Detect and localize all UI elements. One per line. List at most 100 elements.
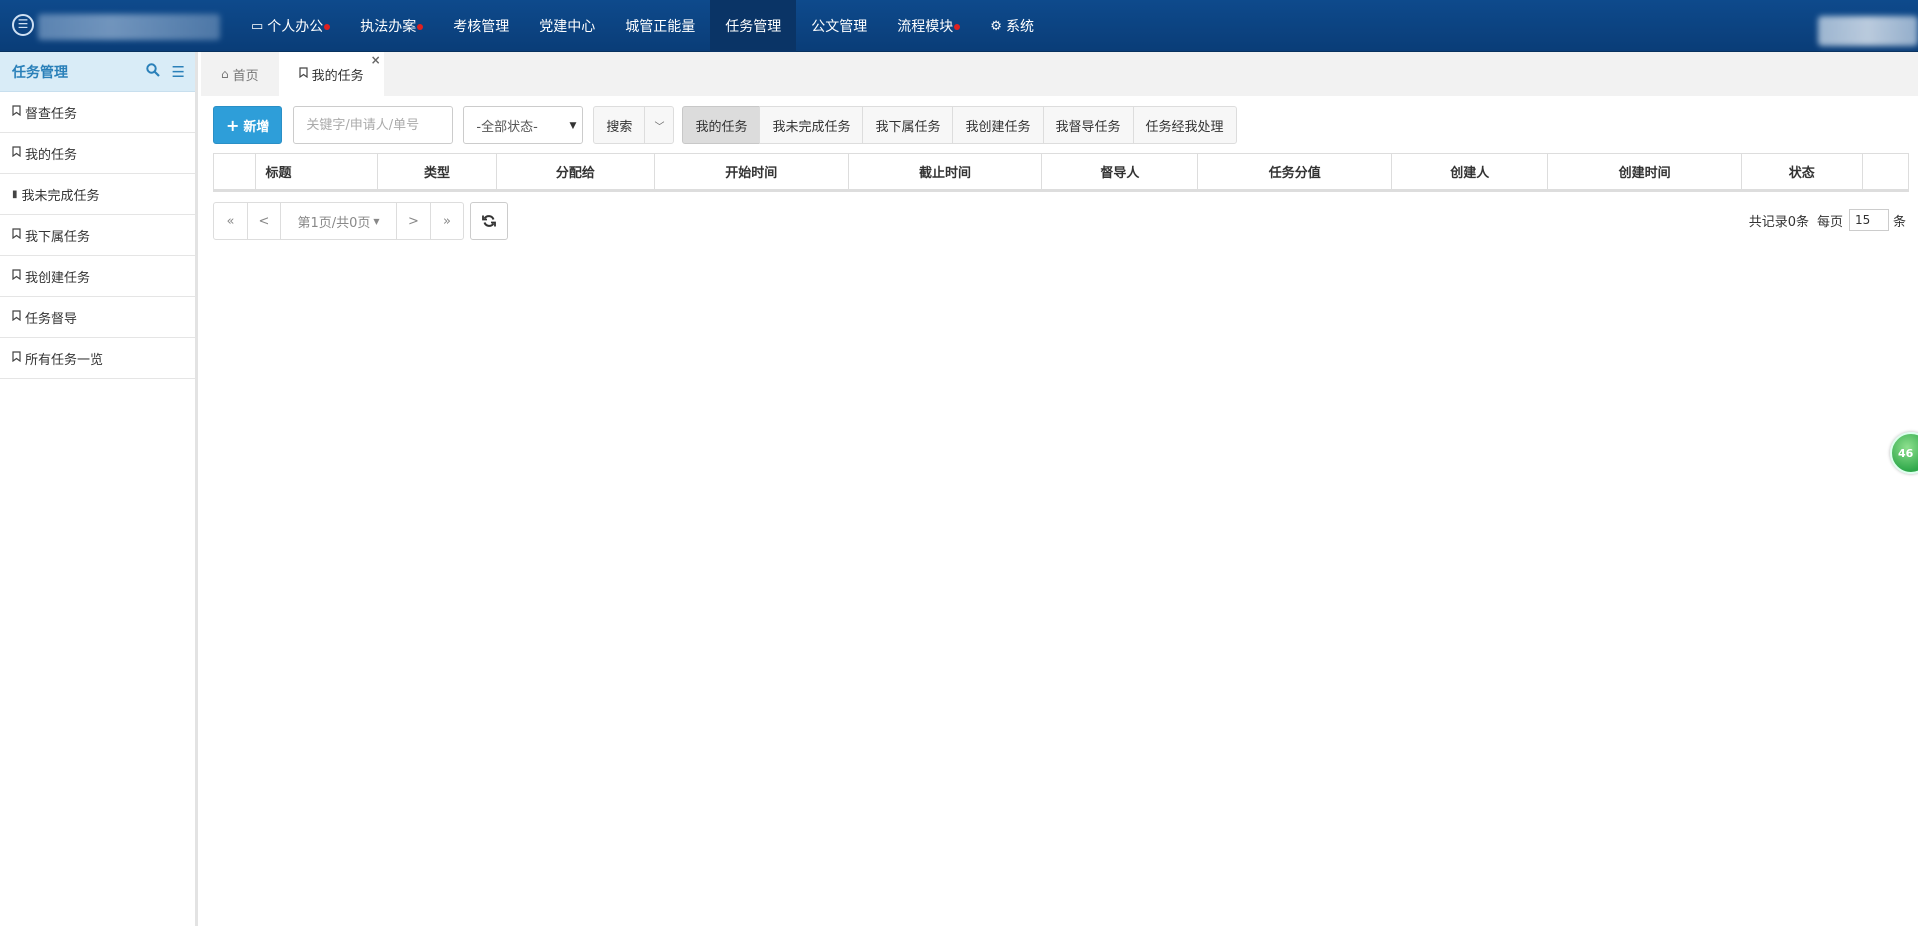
nav-item-label: 个人办公 bbox=[267, 19, 324, 35]
filter-button-2[interactable]: 我下属任务 bbox=[862, 106, 954, 144]
gear-icon: ⚙ bbox=[990, 18, 1002, 34]
search-icon[interactable] bbox=[145, 62, 160, 81]
nav-item-label: 任务管理 bbox=[725, 19, 782, 35]
sidebar-item-label: 任务督导 bbox=[25, 311, 78, 327]
page-info-label: 第1页/共0页 bbox=[297, 215, 371, 231]
add-button[interactable]: + 新增 bbox=[213, 106, 283, 144]
task-table: 标题 类型 分配给 开始时间 截止时间 督导人 任务分值 创建人 创建时间 状态 bbox=[213, 153, 1909, 192]
nav-item-5[interactable]: 任务管理 bbox=[710, 0, 797, 52]
sidebar-item-label: 我创建任务 bbox=[25, 270, 91, 286]
bookmark-icon bbox=[12, 310, 21, 324]
tab-0[interactable]: ⌂ 首页 bbox=[201, 52, 279, 96]
per-page-label: 每页 bbox=[1816, 214, 1843, 230]
sidebar-item-6[interactable]: 所有任务一览 bbox=[0, 338, 195, 379]
nav-item-8[interactable]: ⚙ 系统 bbox=[975, 0, 1049, 52]
sidebar-item-5[interactable]: 任务督导 bbox=[0, 297, 195, 338]
filter-button-1[interactable]: 我未完成任务 bbox=[759, 106, 864, 144]
sidebar-item-2[interactable]: ▮ 我未完成任务 bbox=[0, 174, 195, 215]
nav-item-4[interactable]: 城管正能量 bbox=[610, 0, 710, 52]
filter-button-0[interactable]: 我的任务 bbox=[682, 106, 761, 144]
sidebar-item-label: 我的任务 bbox=[25, 147, 78, 163]
pagination: « < 第1页/共0页 ▼ > » bbox=[213, 202, 508, 240]
close-icon[interactable]: × bbox=[371, 53, 381, 67]
nav-item-label: 公文管理 bbox=[811, 19, 868, 35]
nav-item-3[interactable]: 党建中心 bbox=[524, 0, 610, 52]
column-header[interactable]: 分配给 bbox=[497, 154, 655, 189]
column-header[interactable]: 截止时间 bbox=[849, 154, 1043, 189]
search-input[interactable] bbox=[293, 106, 454, 144]
column-header[interactable]: 督导人 bbox=[1042, 154, 1199, 189]
sidebar-menu: 督查任务我的任务 ▮ 我未完成任务 我下属任务我创建任务任务督导所有任务一览 bbox=[0, 92, 195, 379]
bookmark-icon bbox=[299, 67, 308, 81]
chevron-down-icon[interactable]: ﹀ bbox=[644, 106, 675, 144]
tab-label: 我的任务 bbox=[311, 68, 364, 84]
tab-1[interactable]: 我的任务 × bbox=[278, 52, 384, 96]
nav-item-label: 城管正能量 bbox=[625, 19, 696, 35]
nav-item-7[interactable]: 流程模块 bbox=[882, 0, 975, 52]
page-size-input[interactable] bbox=[1848, 209, 1889, 231]
notification-dot bbox=[417, 24, 424, 30]
column-header[interactable]: 开始时间 bbox=[655, 154, 849, 189]
sidebar-item-0[interactable]: 督查任务 bbox=[0, 92, 195, 133]
nav-item-label: 考核管理 bbox=[453, 19, 510, 35]
toolbar: + 新增 -全部状态- ▼ 搜索 ﹀ 我的任务我未完成任务我下属任务我创建任务我… bbox=[213, 106, 1237, 144]
column-header[interactable]: 状态 bbox=[1742, 154, 1863, 189]
column-header[interactable]: 标题 bbox=[256, 154, 379, 189]
sidebar-item-label: 所有任务一览 bbox=[25, 352, 104, 368]
nav-item-2[interactable]: 考核管理 bbox=[438, 0, 524, 52]
nav-item-label: 流程模块 bbox=[897, 19, 954, 35]
user-info-blurred[interactable] bbox=[1818, 16, 1918, 46]
nav-item-6[interactable]: 公文管理 bbox=[796, 0, 882, 52]
notification-dot bbox=[324, 24, 331, 30]
sidebar-item-1[interactable]: 我的任务 bbox=[0, 133, 195, 174]
chat-logo-icon[interactable]: ☰ bbox=[12, 14, 34, 36]
main-content: ⌂首页我的任务× + 新增 -全部状态- ▼ 搜索 ﹀ 我的任务我未完成任务我下… bbox=[201, 52, 1918, 926]
prev-page-button[interactable]: < bbox=[247, 202, 281, 240]
bookmark-icon bbox=[12, 269, 21, 283]
sidebar-item-4[interactable]: 我创建任务 bbox=[0, 256, 195, 297]
column-header[interactable]: 创建人 bbox=[1392, 154, 1549, 189]
sidebar-header: 任务管理 ☰ bbox=[0, 52, 195, 92]
filter-button-4[interactable]: 我督导任务 bbox=[1042, 106, 1134, 144]
top-navbar: ☰ ▭ 个人办公 执法办案 考核管理 党建中心 城管正能量 任务管理 公文管理 流程模块 ⚙ 系统 bbox=[0, 0, 1918, 52]
nav-item-label: 系统 bbox=[1005, 19, 1034, 35]
page-info-dropdown[interactable]: 第1页/共0页 ▼ bbox=[280, 202, 397, 240]
next-page-button[interactable]: > bbox=[396, 202, 431, 240]
sidebar-item-label: 督查任务 bbox=[25, 106, 78, 122]
sidebar-item-3[interactable]: 我下属任务 bbox=[0, 215, 195, 256]
caret-down-icon: ▼ bbox=[569, 121, 577, 131]
plus-icon: + bbox=[226, 115, 240, 135]
nav-item-1[interactable]: 执法办案 bbox=[345, 0, 438, 52]
sidebar: 任务管理 ☰ 督查任务我的任务 ▮ 我未完成任务 我下属任务我创建任务任务督导所有任务… bbox=[0, 52, 198, 926]
filter-button-group: 我的任务 我未完成任务 我下属任务 我创建任务 我督导任务 任务经我处理 bbox=[682, 106, 1237, 144]
monitor-icon: ▭ bbox=[251, 18, 264, 34]
total-records-label: 共记录0条 bbox=[1748, 214, 1809, 230]
record-summary: 共记录0条 每页 条 bbox=[1749, 209, 1906, 231]
refresh-icon[interactable] bbox=[470, 202, 508, 240]
app-logo-blurred bbox=[38, 14, 220, 40]
column-header[interactable]: 任务分值 bbox=[1198, 154, 1393, 189]
bookmark-icon bbox=[12, 146, 21, 160]
column-header[interactable]: 类型 bbox=[378, 154, 497, 189]
status-select-value: -全部状态- bbox=[476, 119, 538, 135]
last-page-button[interactable]: » bbox=[430, 202, 464, 240]
menu-icon[interactable]: ☰ bbox=[172, 63, 185, 81]
search-button-group: 搜索 ﹀ bbox=[593, 106, 675, 144]
first-page-button[interactable]: « bbox=[213, 202, 248, 240]
search-button[interactable]: 搜索 bbox=[593, 106, 646, 144]
home-icon: ⌂ bbox=[221, 67, 229, 81]
bookmark-icon bbox=[12, 105, 21, 119]
column-header[interactable]: 创建时间 bbox=[1548, 154, 1742, 189]
nav-item-0[interactable]: ▭ 个人办公 bbox=[236, 0, 345, 52]
tab-bar: ⌂ 首页 我的任务 × bbox=[201, 52, 1918, 96]
filter-button-5[interactable]: 任务经我处理 bbox=[1132, 106, 1237, 144]
filter-button-3[interactable]: 我创建任务 bbox=[952, 106, 1044, 144]
bookmark-icon bbox=[12, 351, 21, 365]
status-select[interactable]: -全部状态- ▼ bbox=[463, 106, 584, 144]
add-button-label: 新增 bbox=[243, 119, 270, 135]
column-header bbox=[1863, 154, 1908, 189]
book-icon: ▮ bbox=[12, 188, 18, 200]
nav-item-label: 执法办案 bbox=[360, 19, 417, 35]
floating-ball-badge[interactable]: 46 bbox=[1890, 432, 1918, 474]
main-nav: ▭ 个人办公 执法办案 考核管理 党建中心 城管正能量 任务管理 公文管理 流程模块 ⚙ 系统 bbox=[236, 0, 1049, 52]
